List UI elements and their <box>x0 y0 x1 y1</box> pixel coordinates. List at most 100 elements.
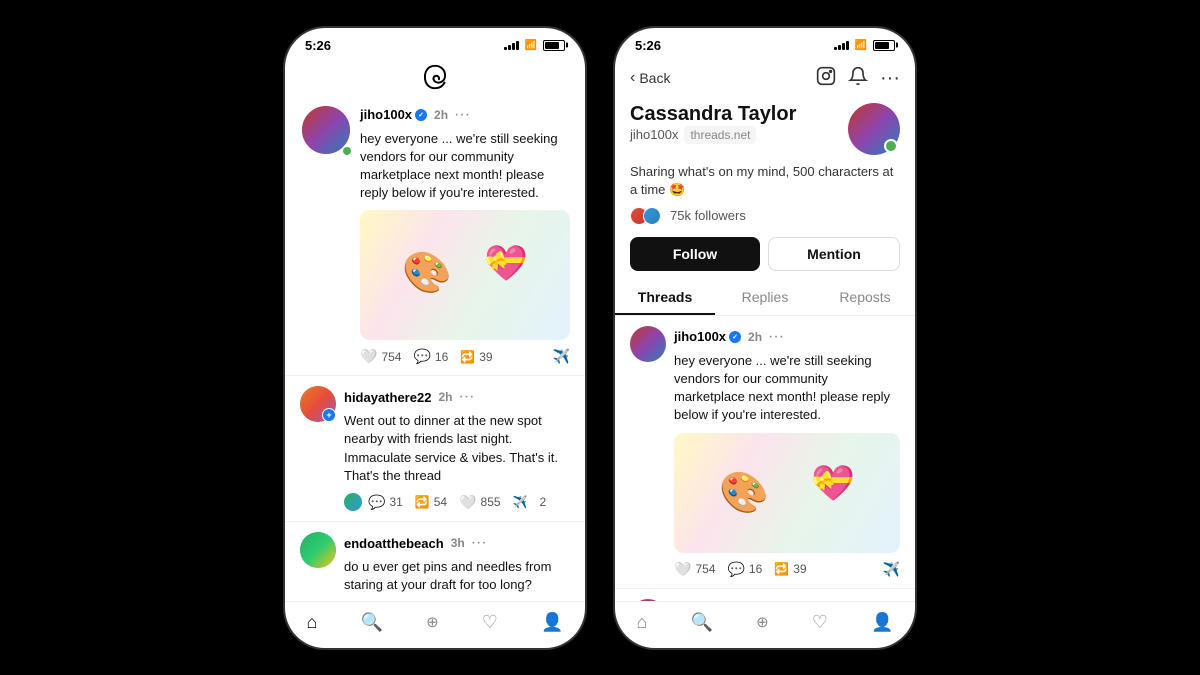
profile-share-icon-1: ✈️ <box>883 561 900 578</box>
status-icons-1: 📶 <box>504 40 565 51</box>
profile-buttons: Follow Mention <box>630 237 900 271</box>
like-btn-1[interactable]: 🤍 754 <box>360 348 401 365</box>
more-btn-3[interactable]: ··· <box>465 532 493 554</box>
home-icon-2: ⌂ <box>637 612 648 633</box>
status-bar-2: 5:26 📶 <box>615 28 915 58</box>
follow-button[interactable]: Follow <box>630 237 760 271</box>
nav-home[interactable]: ⌂ <box>307 612 318 633</box>
post-header-1: jiho100x ✓ 2h ··· <box>360 104 570 126</box>
verified-badge-1: ✓ <box>415 109 427 121</box>
followers-row: 75k followers <box>630 207 900 225</box>
profile-post-avatar-2 <box>630 599 666 601</box>
like-btn-2[interactable]: 🤍 855 <box>459 494 500 511</box>
post-3: endoatthebeach 3h ··· do u ever get pins… <box>285 522 585 601</box>
nav-profile[interactable]: 👤 <box>541 612 563 633</box>
profile-like-btn-1[interactable]: 🤍 754 <box>674 561 715 578</box>
nav-search-2[interactable]: 🔍 <box>691 612 713 633</box>
profile-header: ‹ Back ··· <box>615 58 915 279</box>
share-icon-2: ✈️ <box>513 495 528 509</box>
chevron-left-icon: ‹ <box>630 69 635 87</box>
heart-icon-1: 🤍 <box>360 348 377 365</box>
phone-1: 5:26 📶 <box>285 28 585 648</box>
profile-post-content-1: hey everyone ... we're still seeking ven… <box>674 352 900 425</box>
profile-repost-icon-1: 🔁 <box>774 562 789 576</box>
avatar-wrap-3 <box>300 532 336 568</box>
profile-feed: jiho100x ✓ 2h ··· hey everyone ... we're… <box>615 316 915 601</box>
profile-info-row: Cassandra Taylor jiho100x threads.net <box>630 103 900 155</box>
comment-icon-2: 💬 <box>368 494 385 511</box>
profile-share-btn-1[interactable]: ✈️ <box>883 561 900 578</box>
feed-1: jiho100x ✓ 2h ··· hey everyone ... we're… <box>285 99 585 601</box>
avatar-wrap-1 <box>300 104 352 156</box>
plus-badge-2: + <box>322 408 336 422</box>
time-1: 5:26 <box>305 38 331 53</box>
profile-avatar-wrap <box>848 103 900 155</box>
back-button[interactable]: ‹ Back <box>630 69 670 87</box>
comment-icon-1: 💬 <box>413 348 430 365</box>
nav-likes[interactable]: ♡ <box>482 612 498 633</box>
profile-post-avatar-1 <box>630 326 666 362</box>
tab-reposts[interactable]: Reposts <box>815 279 915 315</box>
comment-btn-2[interactable]: 💬 31 <box>368 494 403 511</box>
profile-comment-icon-1: 💬 <box>727 561 744 578</box>
profile-post-1: jiho100x ✓ 2h ··· hey everyone ... we're… <box>615 316 915 589</box>
username-3: endoatthebeach 3h <box>344 536 465 551</box>
threads-logo <box>421 63 449 91</box>
profile-name: Cassandra Taylor <box>630 103 796 126</box>
profile-post-2: jiho100x ✓ 2d ··· whyyyyy is Friday so f… <box>615 589 915 601</box>
profile-nav-icon-2: 👤 <box>871 612 893 633</box>
profile-post-avatar-img-2 <box>630 599 666 601</box>
share-btn-2[interactable]: ✈️ <box>513 495 528 509</box>
followers-count: 75k followers <box>670 208 746 223</box>
profile-heart-icon-1: 🤍 <box>674 561 691 578</box>
post-content-2: Went out to dinner at the new spot nearb… <box>344 412 570 485</box>
profile-handle: jiho100x <box>630 127 678 142</box>
nav-compose[interactable]: ⊕ <box>426 613 439 631</box>
profile-nav-row: ‹ Back ··· <box>630 66 900 91</box>
comment-btn-1[interactable]: 💬 16 <box>413 348 448 365</box>
post-image-1 <box>360 210 570 340</box>
nav-profile-2[interactable]: 👤 <box>871 612 893 633</box>
more-btn-1[interactable]: ··· <box>448 104 476 126</box>
signal-icon-2 <box>834 40 849 50</box>
bell-icon[interactable] <box>848 66 868 91</box>
app-header-1 <box>285 58 585 99</box>
nav-home-2[interactable]: ⌂ <box>637 612 648 633</box>
post-2: + hidayathere22 2h ··· Went out to dinne… <box>285 376 585 522</box>
profile-handle-row: jiho100x threads.net <box>630 126 796 144</box>
compose-icon: ⊕ <box>426 613 439 631</box>
post-actions-1: 🤍 754 💬 16 🔁 39 ✈️ <box>360 348 570 365</box>
profile-action-icons: ··· <box>816 66 900 91</box>
profile-repost-btn-1[interactable]: 🔁 39 <box>774 562 806 576</box>
nav-search[interactable]: 🔍 <box>361 612 383 633</box>
tab-replies[interactable]: Replies <box>715 279 815 315</box>
heart-icon-2: 🤍 <box>459 494 476 511</box>
instagram-icon[interactable] <box>816 66 836 91</box>
profile-online-dot <box>884 139 898 153</box>
repost-btn-1[interactable]: 🔁 39 <box>460 350 492 364</box>
post-actions-2: 💬 31 🔁 54 🤍 855 <box>368 494 546 511</box>
profile-comment-btn-1[interactable]: 💬 16 <box>727 561 762 578</box>
profile-more-btn-1[interactable]: ··· <box>762 326 790 348</box>
wifi-icon: 📶 <box>525 40 537 51</box>
mention-button[interactable]: Mention <box>768 237 900 271</box>
phone-2: 5:26 📶 ‹ Back <box>615 28 915 648</box>
repost-icon-2: 🔁 <box>415 495 430 509</box>
avatar-3 <box>300 532 336 568</box>
nav-likes-2[interactable]: ♡ <box>812 612 828 633</box>
post-content-3: do u ever get pins and needles from star… <box>344 558 570 594</box>
profile-nav-icon: 👤 <box>541 612 563 633</box>
status-bar-1: 5:26 📶 <box>285 28 585 58</box>
post-content-1: hey everyone ... we're still seeking ven… <box>360 130 570 203</box>
repost-btn-2[interactable]: 🔁 54 <box>415 495 447 509</box>
repost-icon-1: 🔁 <box>460 350 475 364</box>
nav-compose-2[interactable]: ⊕ <box>756 613 769 631</box>
bottom-nav-1: ⌂ 🔍 ⊕ ♡ 👤 <box>285 601 585 648</box>
share-btn-1[interactable]: ✈️ <box>553 348 570 365</box>
share-icon-1: ✈️ <box>553 348 570 365</box>
more-btn-2[interactable]: ··· <box>452 386 480 408</box>
tab-threads[interactable]: Threads <box>615 279 715 315</box>
online-dot-1 <box>342 146 352 156</box>
wifi-icon-2: 📶 <box>855 40 867 51</box>
more-icon[interactable]: ··· <box>880 67 900 90</box>
